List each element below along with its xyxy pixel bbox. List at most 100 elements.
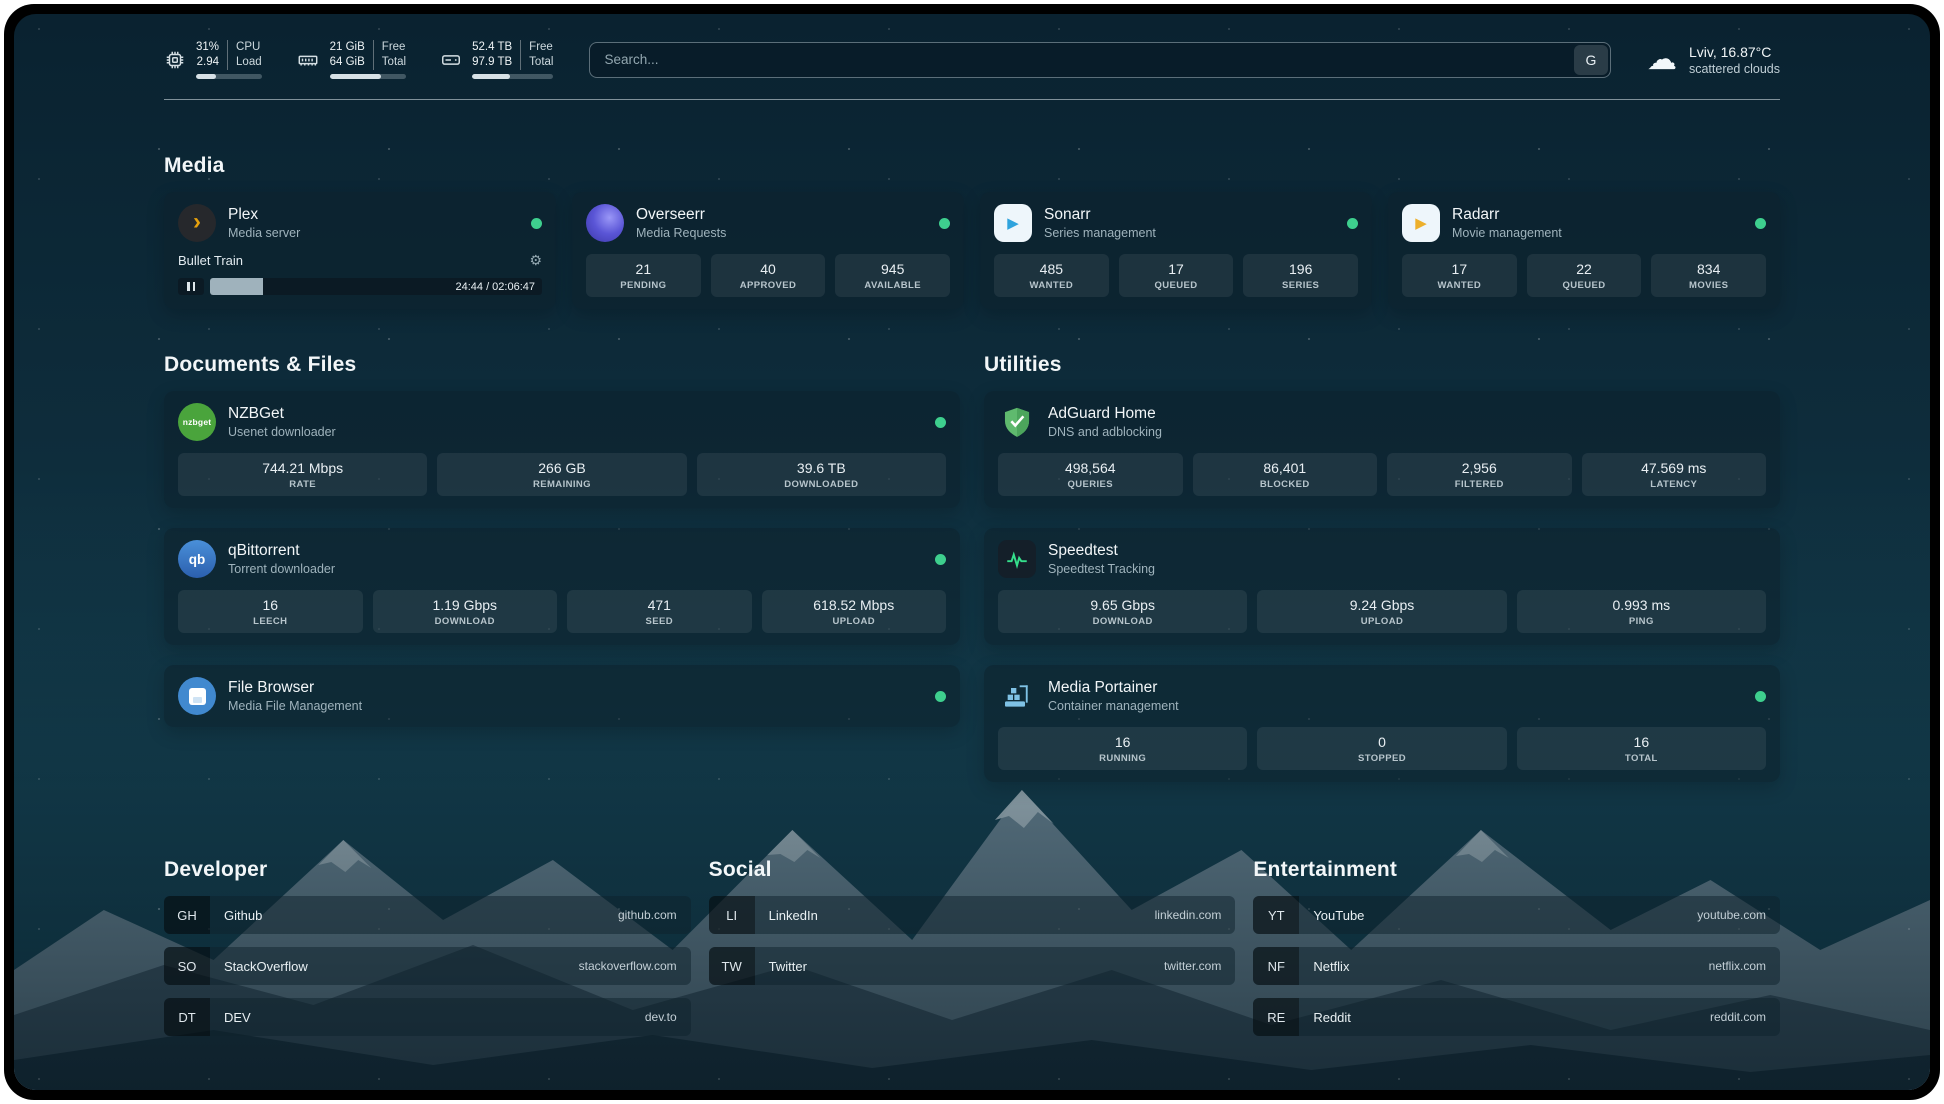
service-card-speedtest[interactable]: Speedtest Speedtest Tracking 9.65 GbpsDO… (984, 528, 1780, 645)
weather-condition: scattered clouds (1689, 62, 1780, 76)
bookmark-group-developer: Developer GH Github github.com SO StackO… (164, 858, 691, 1049)
bookmark-abbr: YT (1253, 896, 1299, 934)
top-bar: 31% 2.94 CPU Load (164, 40, 1780, 79)
section-title-utilities: Utilities (984, 353, 1780, 377)
stat-remaining: 266 GBREMAINING (437, 453, 686, 496)
stat-latency: 47.569 msLATENCY (1582, 453, 1767, 496)
bookmark-url: stackoverflow.com (579, 959, 677, 973)
stat-approved: 40APPROVED (711, 254, 826, 297)
bookmark-abbr: RE (1253, 998, 1299, 1036)
bookmark-abbr: LI (709, 896, 755, 934)
service-name: qBittorrent (228, 542, 335, 560)
bookmark-url: reddit.com (1710, 1010, 1766, 1024)
settings-gear-icon[interactable]: ⚙ (529, 252, 542, 269)
bookmark-abbr: SO (164, 947, 210, 985)
memory-free: 21 GiB (330, 40, 365, 55)
filebrowser-icon (178, 677, 216, 715)
stat-wanted: 17WANTED (1402, 254, 1517, 297)
service-name: Overseerr (636, 206, 726, 224)
speedtest-icon (998, 540, 1036, 578)
bookmark-url: github.com (618, 908, 677, 922)
qbittorrent-icon: qb (178, 540, 216, 578)
bookmark-name: Netflix (1313, 959, 1349, 974)
stat-seed: 471SEED (567, 590, 752, 633)
topbar-divider (164, 99, 1780, 100)
stat-rate: 744.21 MbpsRATE (178, 453, 427, 496)
service-card-sonarr[interactable]: ▶ Sonarr Series management 485WANTED 17Q… (980, 192, 1372, 309)
bookmark-linkedin[interactable]: LI LinkedIn linkedin.com (709, 896, 1236, 934)
pause-button[interactable] (178, 278, 204, 295)
bookmark-reddit[interactable]: RE Reddit reddit.com (1253, 998, 1780, 1036)
bookmark-dev[interactable]: DT DEV dev.to (164, 998, 691, 1036)
bookmark-netflix[interactable]: NF Netflix netflix.com (1253, 947, 1780, 985)
service-card-qbittorrent[interactable]: qb qBittorrent Torrent downloader 16LEEC… (164, 528, 960, 645)
dashboard-background: 31% 2.94 CPU Load (14, 14, 1930, 1090)
cpu-label-2: Load (236, 55, 262, 70)
cpu-widget: 31% 2.94 CPU Load (164, 40, 262, 79)
bookmark-stackoverflow[interactable]: SO StackOverflow stackoverflow.com (164, 947, 691, 985)
stat-series: 196SERIES (1243, 254, 1358, 297)
search-engine-button[interactable]: G (1574, 45, 1608, 75)
status-dot (935, 554, 946, 565)
service-card-overseerr[interactable]: Overseerr Media Requests 21PENDING 40APP… (572, 192, 964, 309)
weather-widget[interactable]: ☁ Lviv, 16.87°C scattered clouds (1647, 44, 1780, 76)
stat-blocked: 86,401BLOCKED (1193, 453, 1378, 496)
disk-label-1: Free (529, 40, 553, 55)
memory-label-1: Free (382, 40, 406, 55)
stat-available: 945AVAILABLE (835, 254, 950, 297)
stat-queued: 22QUEUED (1527, 254, 1642, 297)
stat-downloaded: 39.6 TBDOWNLOADED (697, 453, 946, 496)
portainer-icon (998, 677, 1036, 715)
bookmark-name: YouTube (1313, 908, 1364, 923)
plex-icon: › (178, 204, 216, 242)
disk-widget: 52.4 TB 97.9 TB Free Total (440, 40, 553, 79)
service-name: AdGuard Home (1048, 405, 1162, 423)
stat-pending: 21PENDING (586, 254, 701, 297)
stat-download: 1.19 GbpsDOWNLOAD (373, 590, 558, 633)
stat-queued: 17QUEUED (1119, 254, 1234, 297)
stat-ping: 0.993 msPING (1517, 590, 1766, 633)
section-title-documents: Documents & Files (164, 353, 960, 377)
memory-widget: 21 GiB 64 GiB Free Total (296, 40, 406, 79)
service-card-plex[interactable]: › Plex Media server Bullet Train ⚙ (164, 192, 556, 309)
disk-free: 52.4 TB (472, 40, 512, 55)
playback-progress-bar[interactable]: 24:44 / 02:06:47 (210, 278, 542, 295)
service-card-nzbget[interactable]: nzbget NZBGet Usenet downloader 744.21 M… (164, 391, 960, 508)
adguard-icon (998, 403, 1036, 441)
status-dot (935, 417, 946, 428)
bookmark-name: DEV (224, 1010, 251, 1025)
search-input[interactable] (589, 42, 1611, 78)
status-dot (1347, 218, 1358, 229)
status-dot (1755, 218, 1766, 229)
stat-running: 16RUNNING (998, 727, 1247, 770)
bookmark-name: Twitter (769, 959, 807, 974)
service-card-portainer[interactable]: Media Portainer Container management 16R… (984, 665, 1780, 782)
disk-label-2: Total (529, 55, 553, 70)
service-desc: Series management (1044, 226, 1156, 240)
section-title-developer: Developer (164, 858, 691, 882)
disk-total: 97.9 TB (472, 55, 512, 70)
search-bar: G (589, 42, 1611, 78)
overseerr-icon (586, 204, 624, 242)
service-name: NZBGet (228, 405, 336, 423)
bookmark-twitter[interactable]: TW Twitter twitter.com (709, 947, 1236, 985)
bookmark-github[interactable]: GH Github github.com (164, 896, 691, 934)
status-dot (939, 218, 950, 229)
stat-wanted: 485WANTED (994, 254, 1109, 297)
section-title-entertainment: Entertainment (1253, 858, 1780, 882)
bookmark-name: StackOverflow (224, 959, 308, 974)
service-desc: Container management (1048, 699, 1179, 713)
service-card-adguard[interactable]: AdGuard Home DNS and adblocking 498,564Q… (984, 391, 1780, 508)
bookmark-name: Github (224, 908, 262, 923)
service-desc: Speedtest Tracking (1048, 562, 1155, 576)
cpu-label-1: CPU (236, 40, 262, 55)
status-dot (531, 218, 542, 229)
bookmark-name: LinkedIn (769, 908, 818, 923)
bookmark-abbr: NF (1253, 947, 1299, 985)
memory-total: 64 GiB (330, 55, 365, 70)
service-card-radarr[interactable]: ▶ Radarr Movie management 17WANTED 22QUE… (1388, 192, 1780, 309)
service-card-filebrowser[interactable]: File Browser Media File Management (164, 665, 960, 727)
bookmark-youtube[interactable]: YT YouTube youtube.com (1253, 896, 1780, 934)
service-name: File Browser (228, 679, 362, 697)
service-desc: Media File Management (228, 699, 362, 713)
